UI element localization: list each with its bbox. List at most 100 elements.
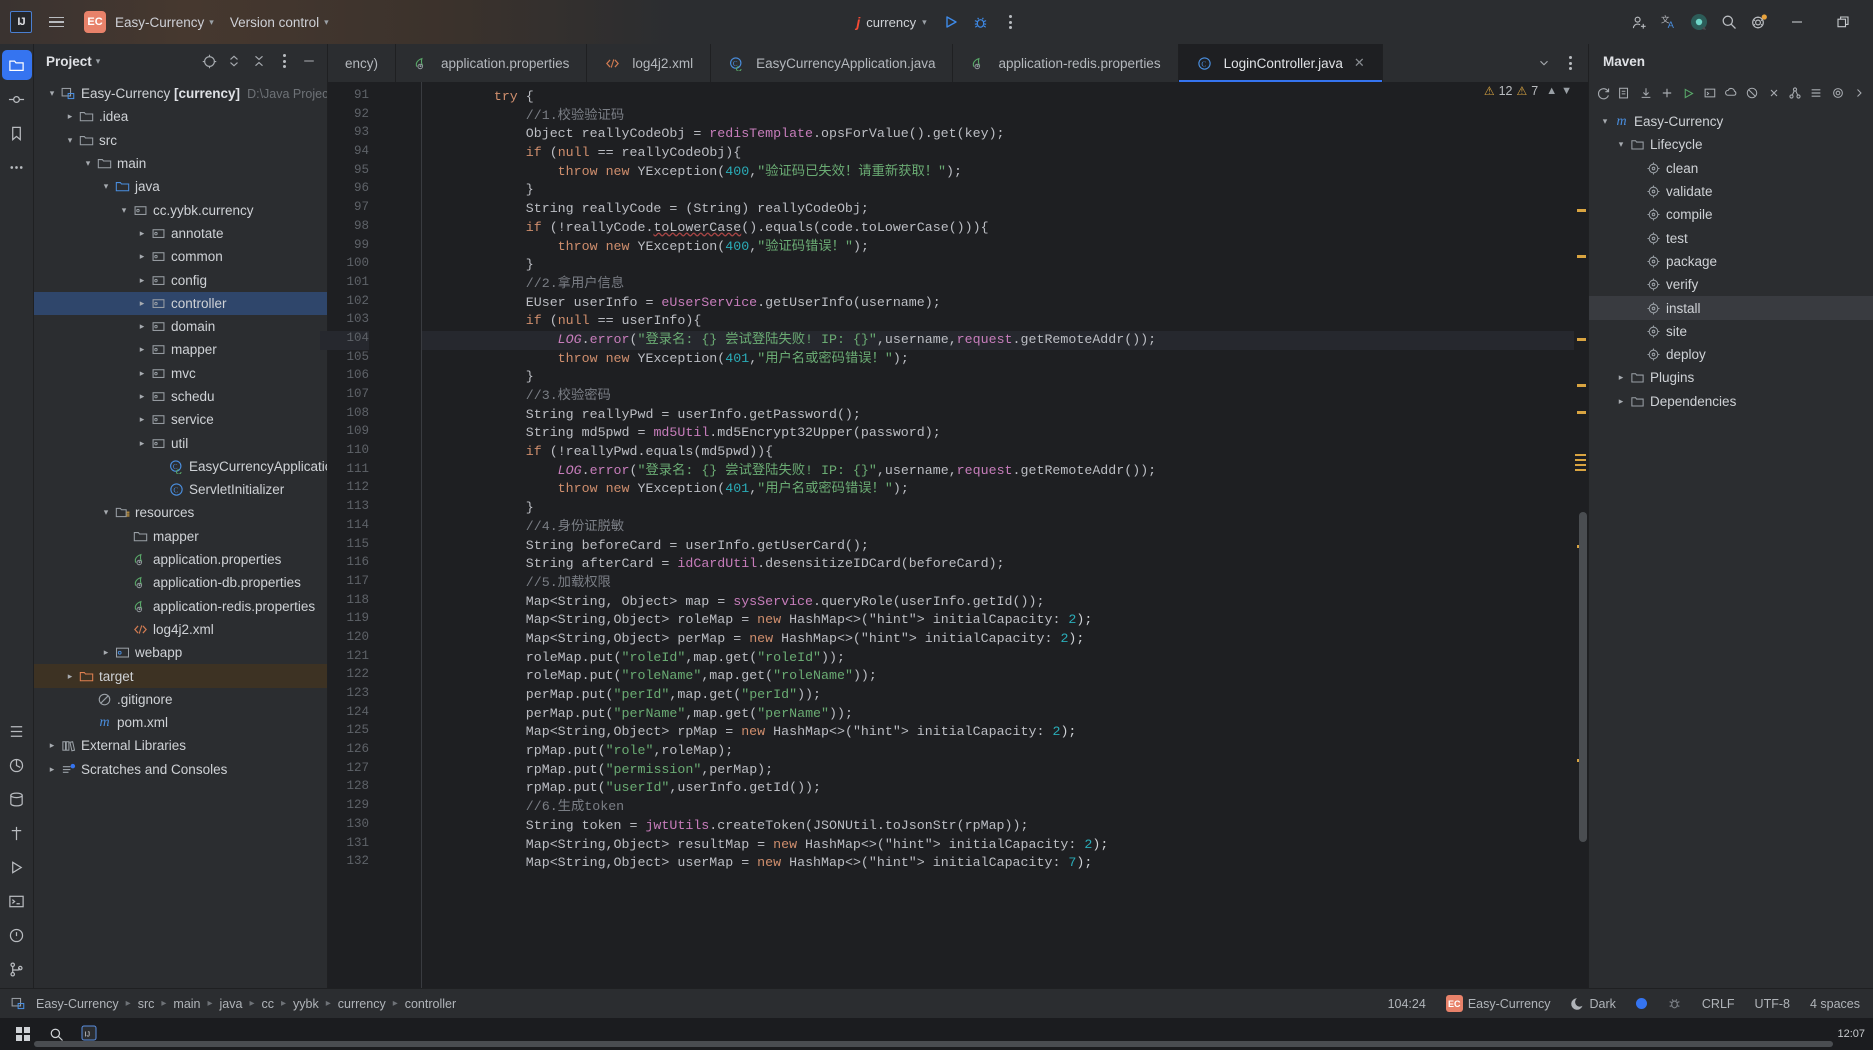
hide-panel-icon[interactable] xyxy=(297,49,321,73)
add-maven-project-icon[interactable] xyxy=(1614,82,1634,104)
code-line[interactable]: if (null == userInfo){ xyxy=(430,312,1574,331)
settings-gear-icon[interactable] xyxy=(1745,8,1773,36)
run-configuration-selector[interactable]: j currency ▾ xyxy=(848,10,934,34)
stripe-run-button[interactable] xyxy=(2,852,32,882)
chevron-down-icon[interactable]: ▾ xyxy=(1597,116,1613,127)
toggle-offline-icon[interactable] xyxy=(1721,82,1741,104)
close-icon[interactable]: ✕ xyxy=(1354,55,1365,71)
project-file-tree[interactable]: ▾ Easy-Currency [currency] D:\Java Project… xyxy=(34,78,327,988)
breadcrumb-item-cc[interactable]: cc xyxy=(258,995,279,1013)
tree-node-easycurrencyapplication[interactable]: C EasyCurrencyApplication xyxy=(34,455,327,478)
chevron-right-icon[interactable]: ▸ xyxy=(134,321,150,332)
chevron-right-icon[interactable]: ▸ xyxy=(134,368,150,379)
tree-node--gitignore[interactable]: .gitignore xyxy=(34,688,327,711)
chevron-right-icon[interactable]: ▸ xyxy=(134,228,150,239)
caret-position-widget[interactable]: 104:24 xyxy=(1385,995,1429,1013)
maven-settings-icon[interactable] xyxy=(1827,82,1847,104)
expand-collapse-icon[interactable] xyxy=(222,49,246,73)
encoding-widget[interactable]: UTF-8 xyxy=(1752,995,1793,1013)
tree-node-domain[interactable]: ▸ domain xyxy=(34,315,327,338)
maven-goals-tree[interactable]: ▾ m Easy-Currency ▾ Lifecycle clean validate co… xyxy=(1589,108,1873,988)
taskbar-clock[interactable]: 12:07 xyxy=(1837,1028,1865,1041)
chevron-down-icon[interactable]: ▾ xyxy=(98,507,114,518)
code-line[interactable]: } xyxy=(430,256,1574,275)
chevron-right-icon[interactable]: ▸ xyxy=(62,111,78,122)
code-line[interactable]: //4.身份证脱敏 xyxy=(430,518,1574,537)
select-opened-file-icon[interactable] xyxy=(197,49,221,73)
editor-tabs[interactable]: ency) application.properties log4j2.xml C Ea… xyxy=(328,44,1526,82)
collapse-all-icon[interactable] xyxy=(247,49,271,73)
code-line[interactable]: EUser userInfo = eUserService.getUserInf… xyxy=(430,294,1574,313)
tree-node-target[interactable]: ▸ target xyxy=(34,664,327,688)
code-line[interactable]: throw new YException(400,"验证码已失效！请重新获取！"… xyxy=(430,163,1574,182)
code-line[interactable]: if (!reallyPwd.equals(md5pwd)){ xyxy=(430,443,1574,462)
theme-widget[interactable]: Dark xyxy=(1567,995,1618,1013)
maximize-window-button[interactable] xyxy=(1821,0,1865,44)
code-line[interactable]: LOG.error("登录名: {} 尝试登陆失败! IP: {}",usern… xyxy=(430,462,1574,481)
tree-node-application-redis-properties[interactable]: application-redis.properties xyxy=(34,595,327,618)
execute-goal-icon[interactable] xyxy=(1700,82,1720,104)
code-with-me-icon[interactable] xyxy=(1625,8,1653,36)
breadcrumb-item-controller[interactable]: controller xyxy=(401,995,460,1013)
editor-tab-logincontroller-java[interactable]: C LoginController.java ✕ xyxy=(1178,44,1383,82)
chevron-right-icon[interactable]: ▸ xyxy=(134,344,150,355)
debug-button[interactable] xyxy=(967,8,995,36)
maven-node-deploy[interactable]: deploy xyxy=(1589,343,1873,366)
reload-icon[interactable] xyxy=(1593,82,1613,104)
previous-problem-icon[interactable]: ▲ xyxy=(1546,85,1557,97)
chevron-right-icon[interactable]: ▸ xyxy=(134,275,150,286)
chevron-right-icon[interactable]: ▸ xyxy=(1613,396,1629,407)
tree-node-src[interactable]: ▾ src xyxy=(34,129,327,152)
tree-node-cc-yybk-currency[interactable]: ▾ cc.yybk.currency xyxy=(34,198,327,221)
chevron-right-icon[interactable]: ▸ xyxy=(98,647,114,658)
code-line[interactable]: perMap.put("perName",map.get("perName"))… xyxy=(430,705,1574,724)
tree-node-util[interactable]: ▸ util xyxy=(34,431,327,454)
chevron-right-icon[interactable] xyxy=(1849,82,1869,104)
code-line[interactable]: String beforeCard = userInfo.getUserCard… xyxy=(430,537,1574,556)
chevron-right-icon[interactable]: ▸ xyxy=(134,391,150,402)
code-line[interactable]: throw new YException(400,"验证码错误！"); xyxy=(430,238,1574,257)
tree-node-pom-xml[interactable]: m pom.xml xyxy=(34,711,327,734)
editor-code-text[interactable]: try { //1.校验验证码 Object reallyCodeObj = r… xyxy=(422,82,1574,988)
code-line[interactable]: Object reallyCodeObj = redisTemplate.ops… xyxy=(430,125,1574,144)
code-line[interactable]: throw new YException(401,"用户名或密码错误！"); xyxy=(430,480,1574,499)
minimize-window-button[interactable] xyxy=(1775,0,1819,44)
stripe-bookmarks-button[interactable] xyxy=(2,118,32,148)
maven-node-package[interactable]: package xyxy=(1589,250,1873,273)
stripe-terminal-button[interactable] xyxy=(2,886,32,916)
tree-node-annotate[interactable]: ▸ annotate xyxy=(34,222,327,245)
maven-node-site[interactable]: site xyxy=(1589,320,1873,343)
inspection-widget[interactable]: ⚠ 12 ⚠ 7 ▲ ▼ xyxy=(1484,84,1572,98)
stripe-structure-button[interactable] xyxy=(2,716,32,746)
tree-node-application-db-properties[interactable]: application-db.properties xyxy=(34,571,327,594)
code-line[interactable]: perMap.put("perId",map.get("perId")); xyxy=(430,686,1574,705)
stripe-endpoints-button[interactable] xyxy=(2,750,32,780)
version-control-menu[interactable]: Version control ▾ xyxy=(223,11,336,34)
translate-icon[interactable]: 文A xyxy=(1655,8,1683,36)
plugin-widget[interactable] xyxy=(1664,994,1685,1013)
tree-node-schedu[interactable]: ▸ schedu xyxy=(34,385,327,408)
code-line[interactable]: String reallyPwd = userInfo.getPassword(… xyxy=(430,406,1574,425)
line-separator-widget[interactable]: CRLF xyxy=(1699,995,1738,1013)
code-line[interactable]: rpMap.put("userId",userInfo.getId()); xyxy=(430,779,1574,798)
code-line[interactable]: String md5pwd = md5Util.md5Encrypt32Uppe… xyxy=(430,424,1574,443)
code-line[interactable]: Map<String,Object> perMap = new HashMap<… xyxy=(430,630,1574,649)
chevron-right-icon[interactable]: ▸ xyxy=(1613,372,1629,383)
breadcrumb-item-src[interactable]: src xyxy=(134,995,159,1013)
code-line[interactable]: //2.拿用户信息 xyxy=(430,275,1574,294)
chevron-right-icon[interactable]: ▸ xyxy=(44,740,60,751)
maven-node-install[interactable]: install xyxy=(1589,296,1873,320)
code-line[interactable]: } xyxy=(430,499,1574,518)
stripe-commit-button[interactable] xyxy=(2,84,32,114)
code-line[interactable]: } xyxy=(430,181,1574,200)
breadcrumb-item-easy-currency[interactable]: Easy-Currency xyxy=(6,994,123,1013)
code-line[interactable]: //6.生成token xyxy=(430,798,1574,817)
editor-tab-easycurrencyapplication-java[interactable]: C EasyCurrencyApplication.java xyxy=(711,44,954,82)
project-horizontal-scrollbar[interactable] xyxy=(34,1041,1833,1047)
code-line[interactable]: String token = jwtUtils.createToken(JSON… xyxy=(430,817,1574,836)
breadcrumb[interactable]: Easy-Currency ▸ src ▸ main ▸ java ▸ cc ▸ yybk ▸ curr… xyxy=(6,994,460,1013)
breadcrumb-item-java[interactable]: java xyxy=(216,995,247,1013)
run-button[interactable] xyxy=(937,8,965,36)
main-menu-button[interactable] xyxy=(42,8,70,36)
code-line[interactable]: String reallyCode = (String) reallyCodeO… xyxy=(430,200,1574,219)
